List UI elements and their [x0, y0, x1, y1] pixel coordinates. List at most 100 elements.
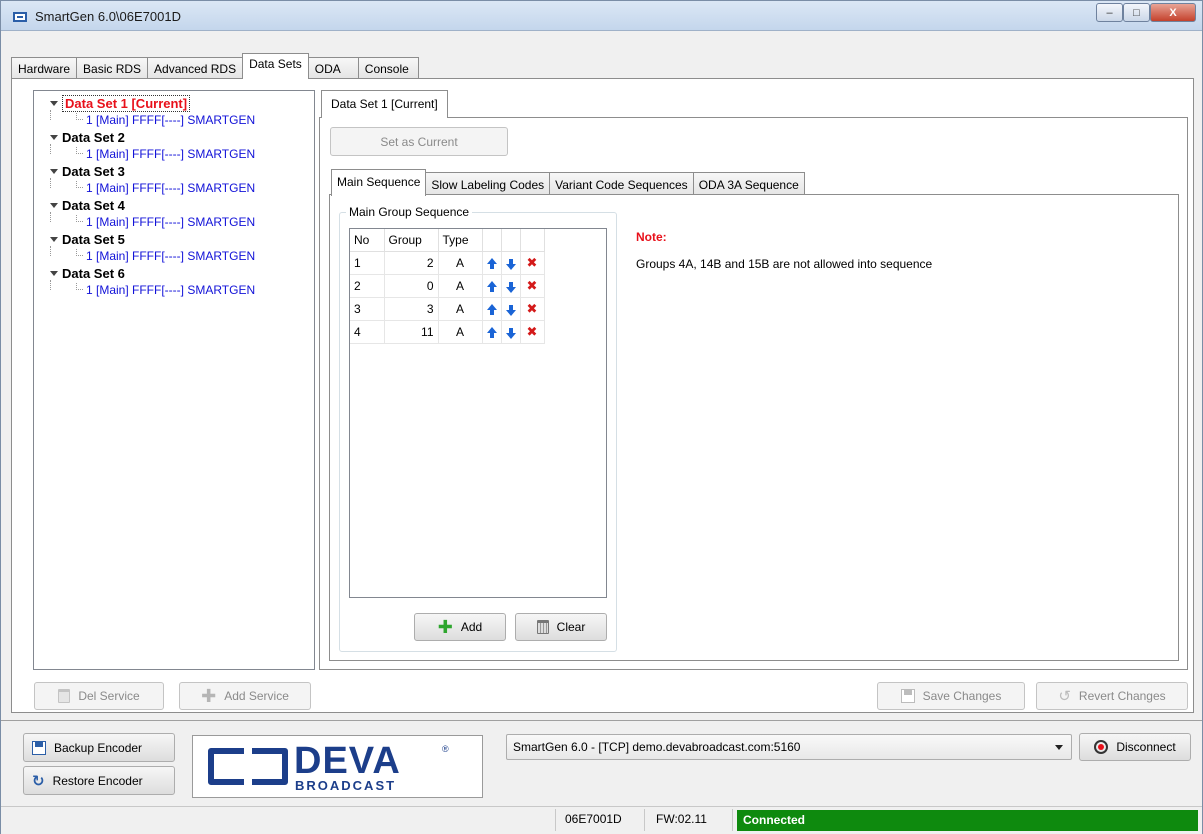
move-down-cell[interactable] — [501, 297, 521, 321]
cell-type[interactable]: A — [438, 274, 483, 298]
cell-type[interactable]: A — [438, 320, 483, 344]
arrow-up-icon[interactable] — [486, 303, 497, 315]
tree-node[interactable]: Data Set 5 1 [Main] FFFF[----] SMARTGEN — [38, 231, 314, 265]
sequence-grid[interactable]: No Group Type 1 2 A ✖ 2 0 A ✖ 3 3 A ✖ 4 … — [349, 228, 607, 598]
clear-button[interactable]: Clear — [515, 613, 607, 641]
cell-type[interactable]: A — [438, 251, 483, 275]
tree-node[interactable]: Data Set 3 1 [Main] FFFF[----] SMARTGEN — [38, 163, 314, 197]
cell-no[interactable]: 1 — [350, 251, 385, 275]
backup-encoder-button[interactable]: Backup Encoder — [23, 733, 175, 762]
tab-data-sets[interactable]: Data Sets — [242, 53, 309, 79]
tree-node-header[interactable]: Data Set 5 — [38, 231, 314, 248]
close-button[interactable]: X — [1150, 3, 1196, 22]
tree-node-label[interactable]: Data Set 5 — [62, 232, 125, 247]
move-up-cell[interactable] — [482, 251, 502, 275]
cell-no[interactable]: 4 — [350, 320, 385, 344]
delete-cell[interactable]: ✖ — [520, 274, 545, 298]
tree-node-header[interactable]: Data Set 1 [Current] — [38, 95, 314, 112]
data-set-tree[interactable]: Data Set 1 [Current] 1 [Main] FFFF[----]… — [33, 90, 315, 670]
delete-cell[interactable]: ✖ — [520, 297, 545, 321]
table-row[interactable]: 4 11 A ✖ — [350, 320, 545, 344]
save-changes-button[interactable]: Save Changes — [877, 682, 1025, 710]
cell-group[interactable]: 2 — [384, 251, 439, 275]
tree-node-header[interactable]: Data Set 6 — [38, 265, 314, 282]
revert-changes-button[interactable]: ↺ Revert Changes — [1036, 682, 1188, 710]
tree-node-label[interactable]: Data Set 4 — [62, 198, 125, 213]
expand-arrow-icon[interactable] — [50, 135, 58, 140]
table-row[interactable]: 1 2 A ✖ — [350, 251, 545, 275]
move-down-cell[interactable] — [501, 320, 521, 344]
tree-node-label[interactable]: Data Set 3 — [62, 164, 125, 179]
tab-main-sequence[interactable]: Main Sequence — [331, 169, 427, 196]
arrow-up-icon[interactable] — [486, 257, 497, 269]
arrow-up-icon[interactable] — [486, 326, 497, 338]
move-down-cell[interactable] — [501, 274, 521, 298]
tree-node[interactable]: Data Set 4 1 [Main] FFFF[----] SMARTGEN — [38, 197, 314, 231]
tree-child-service[interactable]: 1 [Main] FFFF[----] SMARTGEN — [38, 212, 314, 231]
move-up-cell[interactable] — [482, 297, 502, 321]
tree-node-label[interactable]: Data Set 1 [Current] — [62, 95, 191, 112]
cell-group[interactable]: 0 — [384, 274, 439, 298]
delete-x-icon[interactable]: ✖ — [527, 324, 538, 339]
arrow-down-icon[interactable] — [505, 258, 516, 270]
tree-child-service[interactable]: 1 [Main] FFFF[----] SMARTGEN — [38, 246, 314, 265]
tree-node-header[interactable]: Data Set 4 — [38, 197, 314, 214]
arrow-down-icon[interactable] — [505, 304, 516, 316]
tree-node-label[interactable]: Data Set 2 — [62, 130, 125, 145]
expand-arrow-icon[interactable] — [50, 169, 58, 174]
expand-arrow-icon[interactable] — [50, 101, 58, 106]
disconnect-button[interactable]: Disconnect — [1079, 733, 1191, 761]
tree-node[interactable]: Data Set 6 1 [Main] FFFF[----] SMARTGEN — [38, 265, 314, 299]
tab-slow-labeling-codes[interactable]: Slow Labeling Codes — [425, 172, 551, 196]
delete-x-icon[interactable]: ✖ — [527, 278, 538, 293]
tree-node-header[interactable]: Data Set 3 — [38, 163, 314, 180]
restore-encoder-button[interactable]: ↻ Restore Encoder — [23, 766, 175, 795]
tab-oda[interactable]: ODA — [307, 57, 359, 79]
tab-basic-rds[interactable]: Basic RDS — [76, 57, 149, 79]
tree-child-service[interactable]: 1 [Main] FFFF[----] SMARTGEN — [38, 280, 314, 299]
expand-arrow-icon[interactable] — [50, 203, 58, 208]
tab-data-set-1[interactable]: Data Set 1 [Current] — [321, 90, 448, 118]
minimize-button[interactable]: – — [1096, 3, 1123, 22]
tree-node[interactable]: Data Set 1 [Current] 1 [Main] FFFF[----]… — [38, 95, 314, 129]
tree-child-service[interactable]: 1 [Main] FFFF[----] SMARTGEN — [38, 110, 314, 129]
set-as-current-button[interactable]: Set as Current — [330, 127, 508, 156]
expand-arrow-icon[interactable] — [50, 271, 58, 276]
cell-type[interactable]: A — [438, 297, 483, 321]
cell-no[interactable]: 2 — [350, 274, 385, 298]
delete-x-icon[interactable]: ✖ — [527, 255, 538, 270]
tab-variant-code-sequences[interactable]: Variant Code Sequences — [549, 172, 694, 196]
delete-cell[interactable]: ✖ — [520, 251, 545, 275]
maximize-button[interactable]: □ — [1123, 3, 1150, 22]
tree-child-service[interactable]: 1 [Main] FFFF[----] SMARTGEN — [38, 178, 314, 197]
del-service-button[interactable]: Del Service — [34, 682, 164, 710]
tab-oda-3a-sequence[interactable]: ODA 3A Sequence — [692, 172, 805, 196]
tab-console[interactable]: Console — [357, 57, 419, 79]
arrow-up-icon[interactable] — [486, 280, 497, 292]
cell-group[interactable]: 11 — [384, 320, 439, 344]
delete-x-icon[interactable]: ✖ — [527, 301, 538, 316]
tree-child-service[interactable]: 1 [Main] FFFF[----] SMARTGEN — [38, 144, 314, 163]
connection-select[interactable]: SmartGen 6.0 - [TCP] demo.devabroadcast.… — [506, 734, 1072, 760]
tree-node-header[interactable]: Data Set 2 — [38, 129, 314, 146]
arrow-down-icon[interactable] — [505, 281, 516, 293]
move-up-cell[interactable] — [482, 274, 502, 298]
tree-node[interactable]: Data Set 2 1 [Main] FFFF[----] SMARTGEN — [38, 129, 314, 163]
column-header-type[interactable]: Type — [438, 229, 483, 252]
move-up-cell[interactable] — [482, 320, 502, 344]
column-header-group[interactable]: Group — [384, 229, 439, 252]
tree-node-label[interactable]: Data Set 6 — [62, 266, 125, 281]
cell-no[interactable]: 3 — [350, 297, 385, 321]
tab-hardware[interactable]: Hardware — [11, 57, 78, 79]
expand-arrow-icon[interactable] — [50, 237, 58, 242]
tab-advanced-rds[interactable]: Advanced RDS — [147, 57, 244, 79]
chevron-down-icon[interactable] — [1055, 745, 1063, 750]
add-service-button[interactable]: ✚ Add Service — [179, 682, 311, 710]
add-button[interactable]: ✚ Add — [414, 613, 506, 641]
delete-cell[interactable]: ✖ — [520, 320, 545, 344]
arrow-down-icon[interactable] — [505, 327, 516, 339]
cell-group[interactable]: 3 — [384, 297, 439, 321]
table-row[interactable]: 2 0 A ✖ — [350, 274, 545, 298]
move-down-cell[interactable] — [501, 251, 521, 275]
column-header-no[interactable]: No — [350, 229, 385, 252]
